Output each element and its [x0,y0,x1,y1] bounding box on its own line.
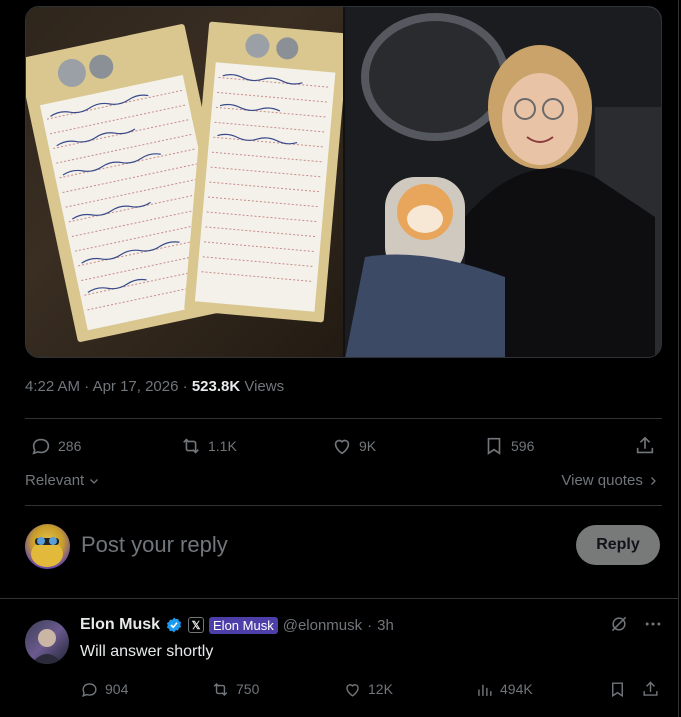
repost-count: 750 [236,681,260,697]
post-time[interactable]: 4:22 AM [25,378,80,395]
like-action[interactable]: 9K [331,432,376,460]
reply-input[interactable]: Post your reply [81,532,228,558]
chevron-right-icon [651,477,656,485]
share-action[interactable] [634,432,656,460]
action-bar: 286 1.1K 9K 596 [25,432,662,460]
avatar[interactable] [25,620,69,664]
views-count: 494K [500,681,533,697]
repost-icon [213,682,228,696]
sort-label: Relevant [25,472,85,489]
meta-dot: · [367,616,373,634]
heart-icon [346,683,359,697]
media-grid [25,6,662,358]
share-action[interactable] [641,676,660,702]
author-handle[interactable]: @elonmusk [283,617,362,634]
letters-illustration [26,21,343,342]
divider [25,418,662,419]
meta-dot: · [84,378,93,395]
reply-action[interactable]: 286 [30,432,81,460]
divider [0,598,678,599]
reply-text: Will answer shortly [80,643,214,660]
sort-dropdown[interactable]: Relevant [25,472,100,489]
reply-action[interactable]: 904 [80,676,128,702]
meta-dot: · [182,378,192,395]
like-action[interactable]: 12K [343,676,393,702]
author-name[interactable]: Elon Musk [80,616,160,634]
view-quotes-label: View quotes [561,472,643,489]
reply-count: 904 [105,681,129,697]
chevron-down-icon [90,479,99,484]
share-icon [643,680,658,696]
repost-action[interactable]: 1.1K [180,432,237,460]
reply-count: 286 [58,438,82,454]
share-icon [636,436,654,454]
reply-icon [82,682,97,697]
repost-action[interactable]: 750 [211,676,259,702]
like-count: 9K [359,438,377,454]
divider [25,505,662,506]
reply-header: Elon Musk 𝕏 Elon Musk @elonmusk · 3h [80,614,394,636]
bookmark-icon [612,681,623,697]
grok-icon[interactable] [609,614,629,634]
avatar[interactable] [25,524,70,569]
bookmark-action[interactable]: 596 [483,432,534,460]
view-quotes-link[interactable]: View quotes [561,472,659,489]
like-count: 12K [368,681,393,697]
bookmark-action[interactable] [608,676,627,702]
post-date[interactable]: Apr 17, 2026 [93,378,179,395]
analytics-icon [478,684,492,696]
verified-icon [166,617,182,633]
post-detail: 4:22 AM · Apr 17, 2026 · 523.8K Views 28… [0,0,681,717]
photo-letters[interactable] [26,7,343,357]
reply-button[interactable]: Reply [576,525,660,565]
bookmark-icon [487,437,501,455]
avatar-illustration [31,537,63,567]
photo-girl-with-plush[interactable] [345,7,661,357]
reply-header-icons [609,614,663,634]
views-label: Views [244,378,285,395]
post-meta: 4:22 AM · Apr 17, 2026 · 523.8K Views [25,378,284,395]
repost-icon [183,438,199,454]
views-count: 523.8K [191,378,241,395]
reply-action-bar: 904 750 12K 494K [80,676,662,702]
x-logo-badge: 𝕏 [188,617,205,633]
reply-icon [32,438,50,455]
heart-icon [334,439,350,455]
bookmark-count: 596 [511,438,535,454]
reply-time[interactable]: 3h [377,617,394,634]
more-options-icon[interactable] [643,614,663,634]
views-action[interactable]: 494K [475,676,533,702]
column-border [678,0,679,717]
avatar-illustration [31,629,63,664]
portrait-illustration [345,7,661,357]
repost-count: 1.1K [208,438,237,454]
affiliation-badge[interactable]: Elon Musk [209,616,278,634]
